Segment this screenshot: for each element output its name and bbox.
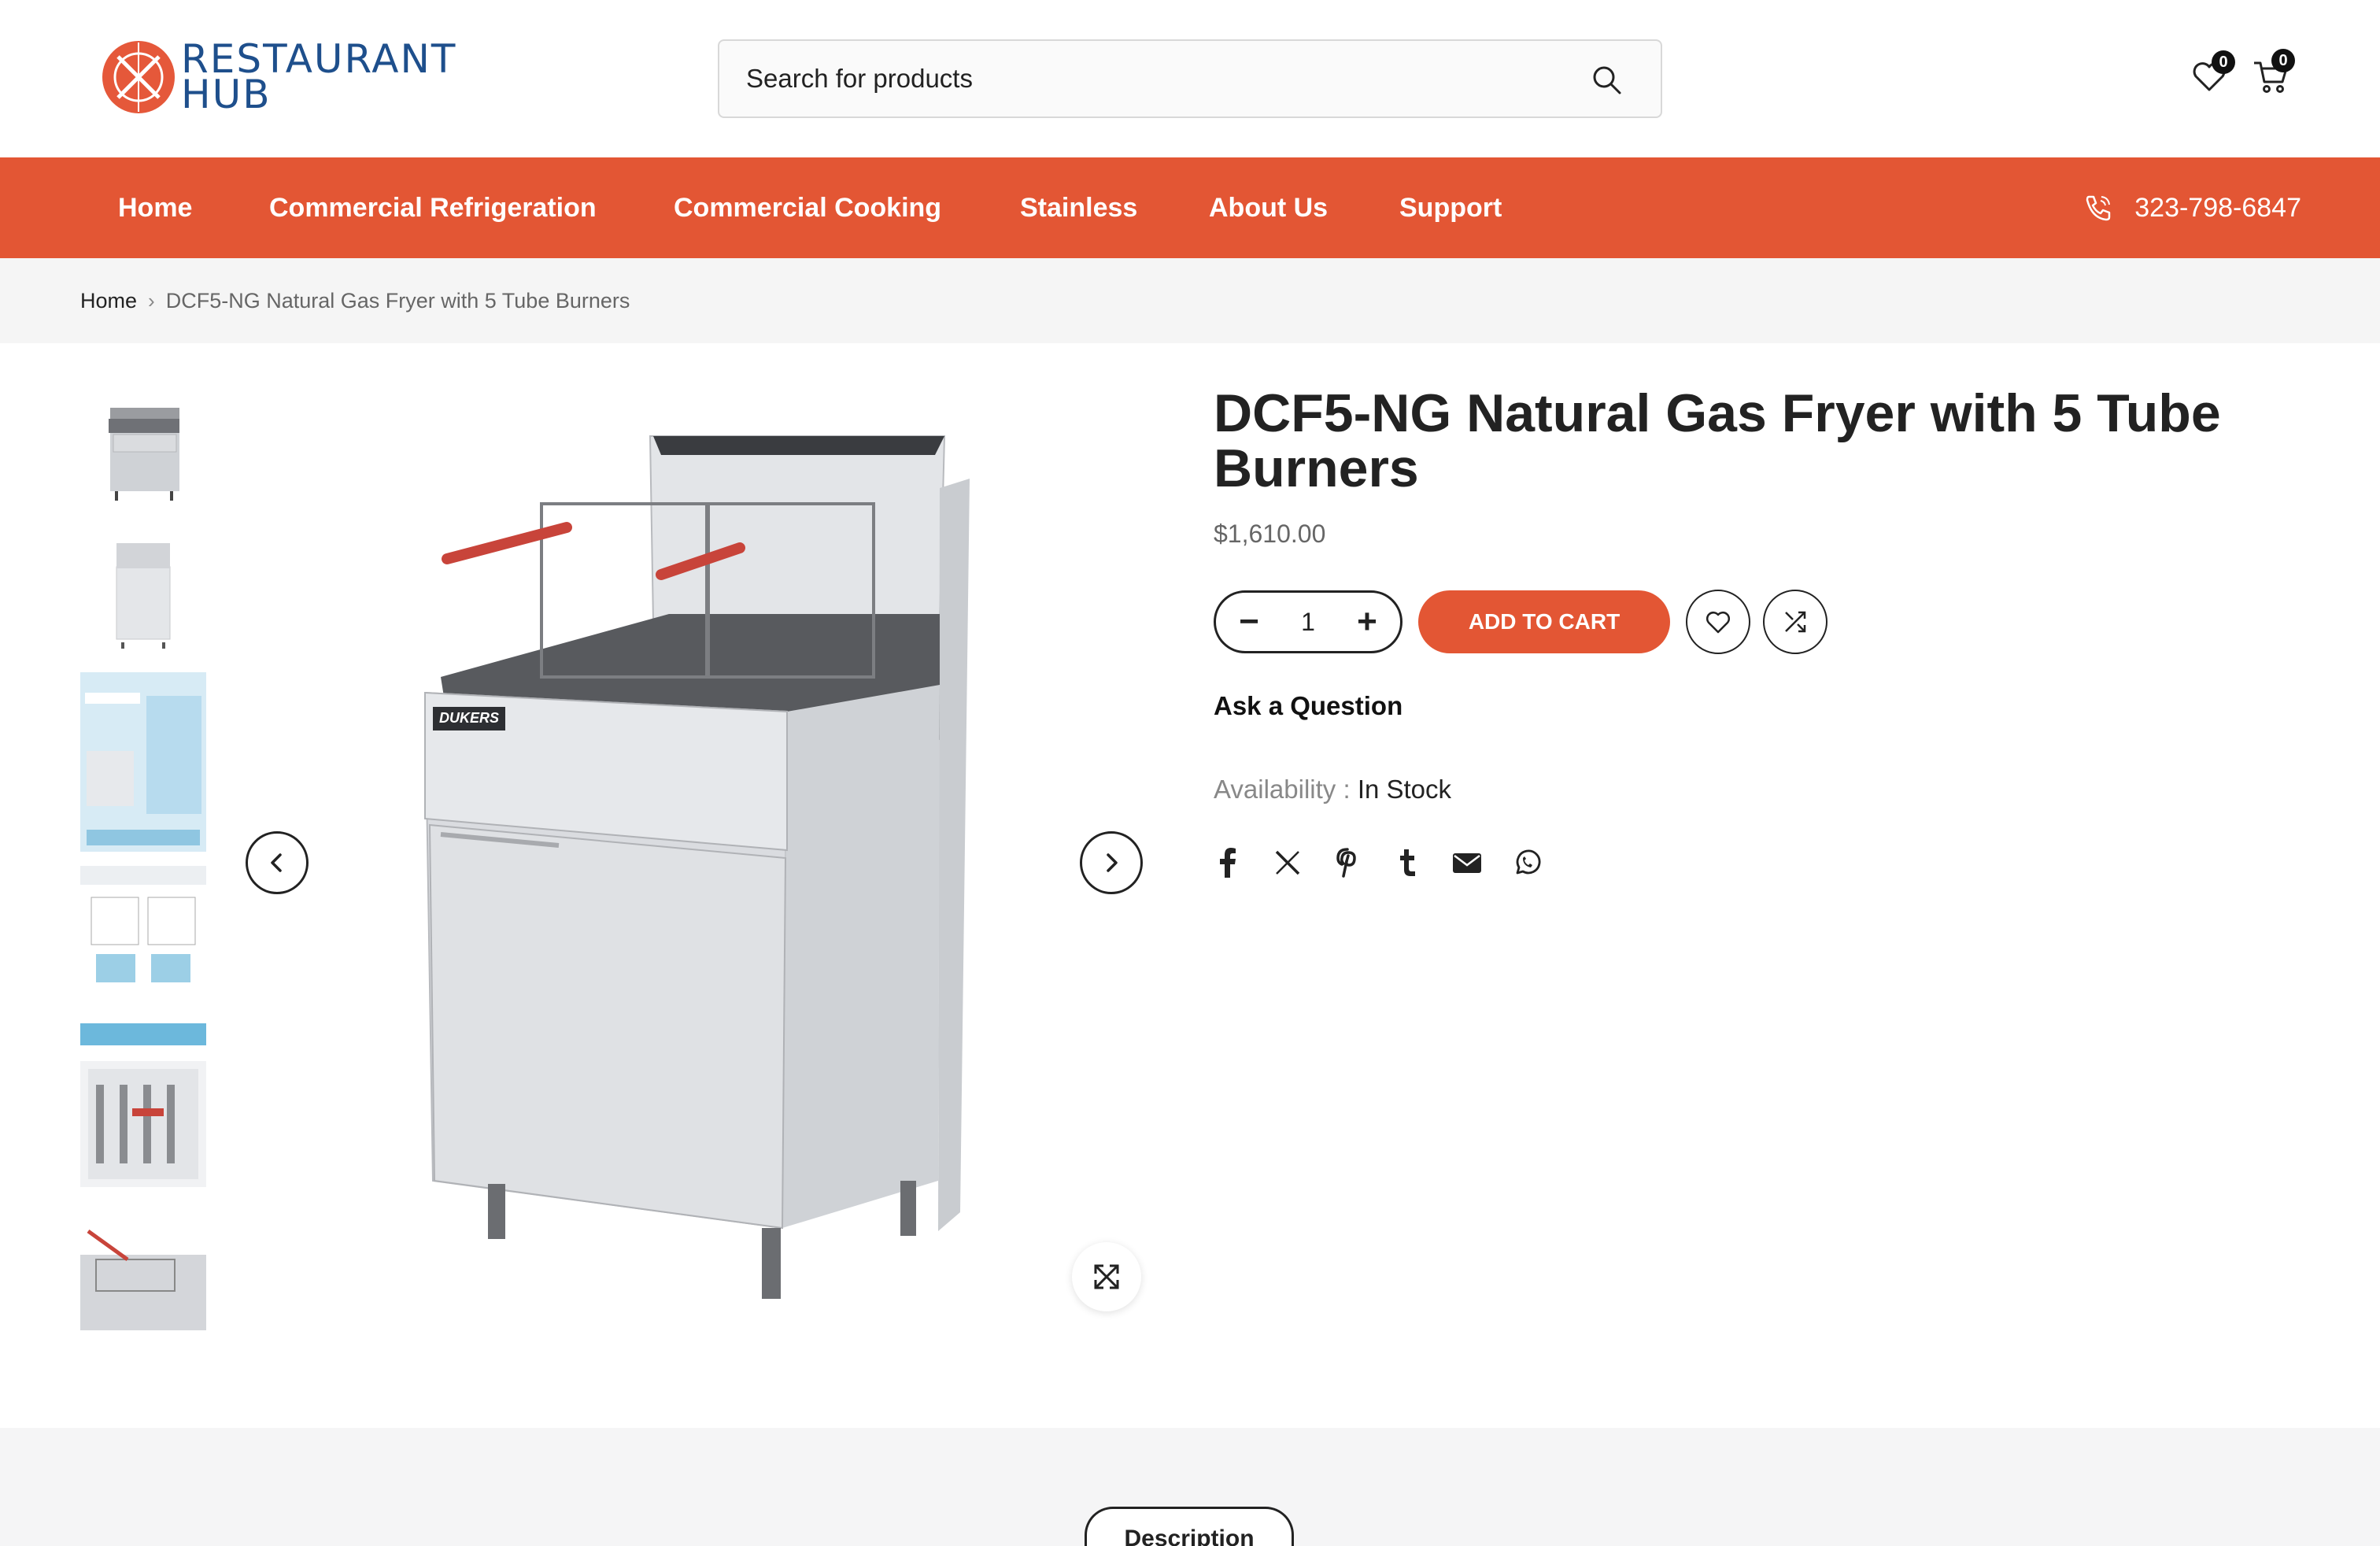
brand-badge: DUKERS: [439, 710, 500, 726]
product-title: DCF5-NG Natural Gas Fryer with 5 Tube Bu…: [1214, 383, 2221, 498]
search-input[interactable]: Search for products: [718, 39, 1662, 118]
share-facebook-button[interactable]: [1210, 845, 1245, 880]
breadcrumb-bar: Home › DCF5-NG Natural Gas Fryer with 5 …: [0, 258, 2380, 343]
availability-status: Availability : In Stock: [1214, 775, 1451, 804]
tab-description[interactable]: Description: [1085, 1507, 1294, 1546]
phone-link[interactable]: 323-798-6847: [2082, 157, 2301, 258]
add-to-cart-button[interactable]: ADD TO CART: [1418, 590, 1670, 653]
wishlist-button[interactable]: 0: [2190, 50, 2235, 96]
site-logo[interactable]: RESTAURANT HUB: [102, 38, 456, 117]
main-nav: Home Commercial Refrigeration Commercial…: [0, 157, 2380, 258]
logo-line-2: HUB: [181, 72, 272, 117]
nav-item-support[interactable]: Support: [1399, 157, 1502, 258]
breadcrumb: Home › DCF5-NG Natural Gas Fryer with 5 …: [80, 258, 630, 343]
fryer-front-thumbnail-image: [80, 532, 206, 652]
breadcrumb-separator: ›: [148, 288, 155, 313]
phone-number: 323-798-6847: [2134, 192, 2301, 223]
fryer-thumbnail-image: [80, 390, 206, 510]
chevron-left-icon: [271, 853, 282, 872]
availability-label: Availability :: [1214, 775, 1351, 804]
heart-icon: [1706, 611, 1731, 634]
previous-image-button[interactable]: [246, 831, 309, 894]
search-icon[interactable]: [1590, 63, 1624, 98]
product-thumbnail-3[interactable]: [80, 672, 206, 852]
pinterest-icon: [1336, 848, 1356, 878]
add-to-wishlist-button[interactable]: [1686, 590, 1750, 654]
share-whatsapp-button[interactable]: [1510, 845, 1544, 880]
product-thumbnail-4[interactable]: [80, 866, 206, 1045]
quantity-value[interactable]: 1: [1301, 608, 1315, 637]
search-placeholder: Search for products: [746, 64, 973, 93]
tumblr-icon: [1400, 849, 1415, 876]
next-image-button[interactable]: [1080, 831, 1143, 894]
product-thumbnail-1[interactable]: [80, 390, 206, 510]
site-header: RESTAURANT HUB Search for products 0 0: [0, 0, 2380, 157]
nav-item-home[interactable]: Home: [118, 157, 192, 258]
burners-thumbnail-image: [80, 1061, 206, 1187]
share-email-button[interactable]: [1450, 845, 1484, 880]
quantity-increase-button[interactable]: +: [1354, 605, 1380, 639]
expand-icon: [1094, 1264, 1119, 1289]
product-thumbnail-5[interactable]: [80, 1061, 206, 1187]
brochure-thumbnail-image: [80, 672, 206, 852]
availability-value: In Stock: [1357, 775, 1452, 804]
quantity-stepper: − 1 +: [1214, 590, 1402, 653]
logo-plate-icon: [102, 41, 175, 113]
nav-item-commercial-refrigeration[interactable]: Commercial Refrigeration: [269, 157, 597, 258]
x-icon: [1275, 850, 1300, 875]
cart-button[interactable]: 0: [2251, 49, 2295, 96]
email-icon: [1453, 853, 1481, 873]
nav-item-commercial-cooking[interactable]: Commercial Cooking: [674, 157, 941, 258]
ask-question-link[interactable]: Ask a Question: [1214, 691, 1402, 721]
breadcrumb-home-link[interactable]: Home: [80, 289, 137, 313]
quantity-decrease-button[interactable]: −: [1236, 605, 1262, 639]
facebook-icon: [1220, 848, 1236, 878]
compare-button[interactable]: [1763, 590, 1828, 654]
share-x-button[interactable]: [1270, 845, 1305, 880]
share-tumblr-button[interactable]: [1390, 845, 1425, 880]
basket-thumbnail-image: [80, 1208, 206, 1330]
whatsapp-icon: [1516, 849, 1541, 875]
nav-item-stainless[interactable]: Stainless: [1020, 157, 1137, 258]
product-thumbnail-2[interactable]: [80, 532, 206, 652]
chevron-right-icon: [1107, 853, 1118, 872]
nav-item-about-us[interactable]: About Us: [1209, 157, 1328, 258]
main-product-image: [423, 435, 970, 1299]
shuffle-icon: [1785, 611, 1806, 633]
phone-icon: [2086, 195, 2111, 221]
share-pinterest-button[interactable]: [1330, 845, 1365, 880]
breadcrumb-current: DCF5-NG Natural Gas Fryer with 5 Tube Bu…: [165, 288, 630, 313]
specifications-thumbnail-image: [80, 866, 206, 1045]
wishlist-count-badge: 0: [2212, 50, 2235, 74]
zoom-image-button[interactable]: [1072, 1242, 1141, 1311]
product-thumbnail-6[interactable]: [80, 1208, 206, 1330]
cart-count-badge: 0: [2271, 49, 2295, 72]
product-price: $1,610.00: [1214, 520, 1326, 548]
